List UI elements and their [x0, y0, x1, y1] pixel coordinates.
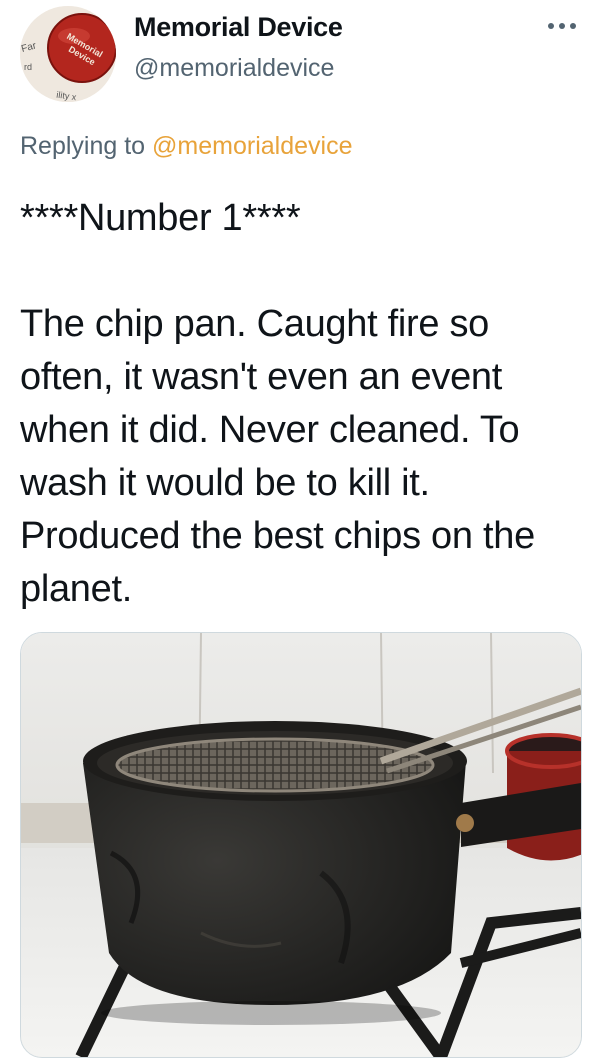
avatar[interactable]: Far rd ility x Memorial Device: [20, 6, 116, 102]
chip-pan-photo: [21, 633, 581, 1057]
avatar-badge-image: Far rd ility x Memorial Device: [20, 6, 116, 102]
more-horizontal-icon: [548, 23, 576, 29]
replying-to-mention-link[interactable]: @memorialdevice: [152, 132, 352, 160]
tweet-media-photo[interactable]: [20, 632, 582, 1058]
svg-text:rd: rd: [24, 62, 32, 72]
replying-to-line: Replying to @memorialdevice: [20, 132, 352, 161]
author-handle[interactable]: @memorialdevice: [134, 54, 334, 83]
replying-to-label: Replying to: [20, 132, 146, 160]
author-display-name[interactable]: Memorial Device: [134, 12, 343, 43]
tweet-text: ****Number 1**** The chip pan. Caught fi…: [20, 197, 535, 610]
more-options-button[interactable]: [540, 8, 584, 44]
